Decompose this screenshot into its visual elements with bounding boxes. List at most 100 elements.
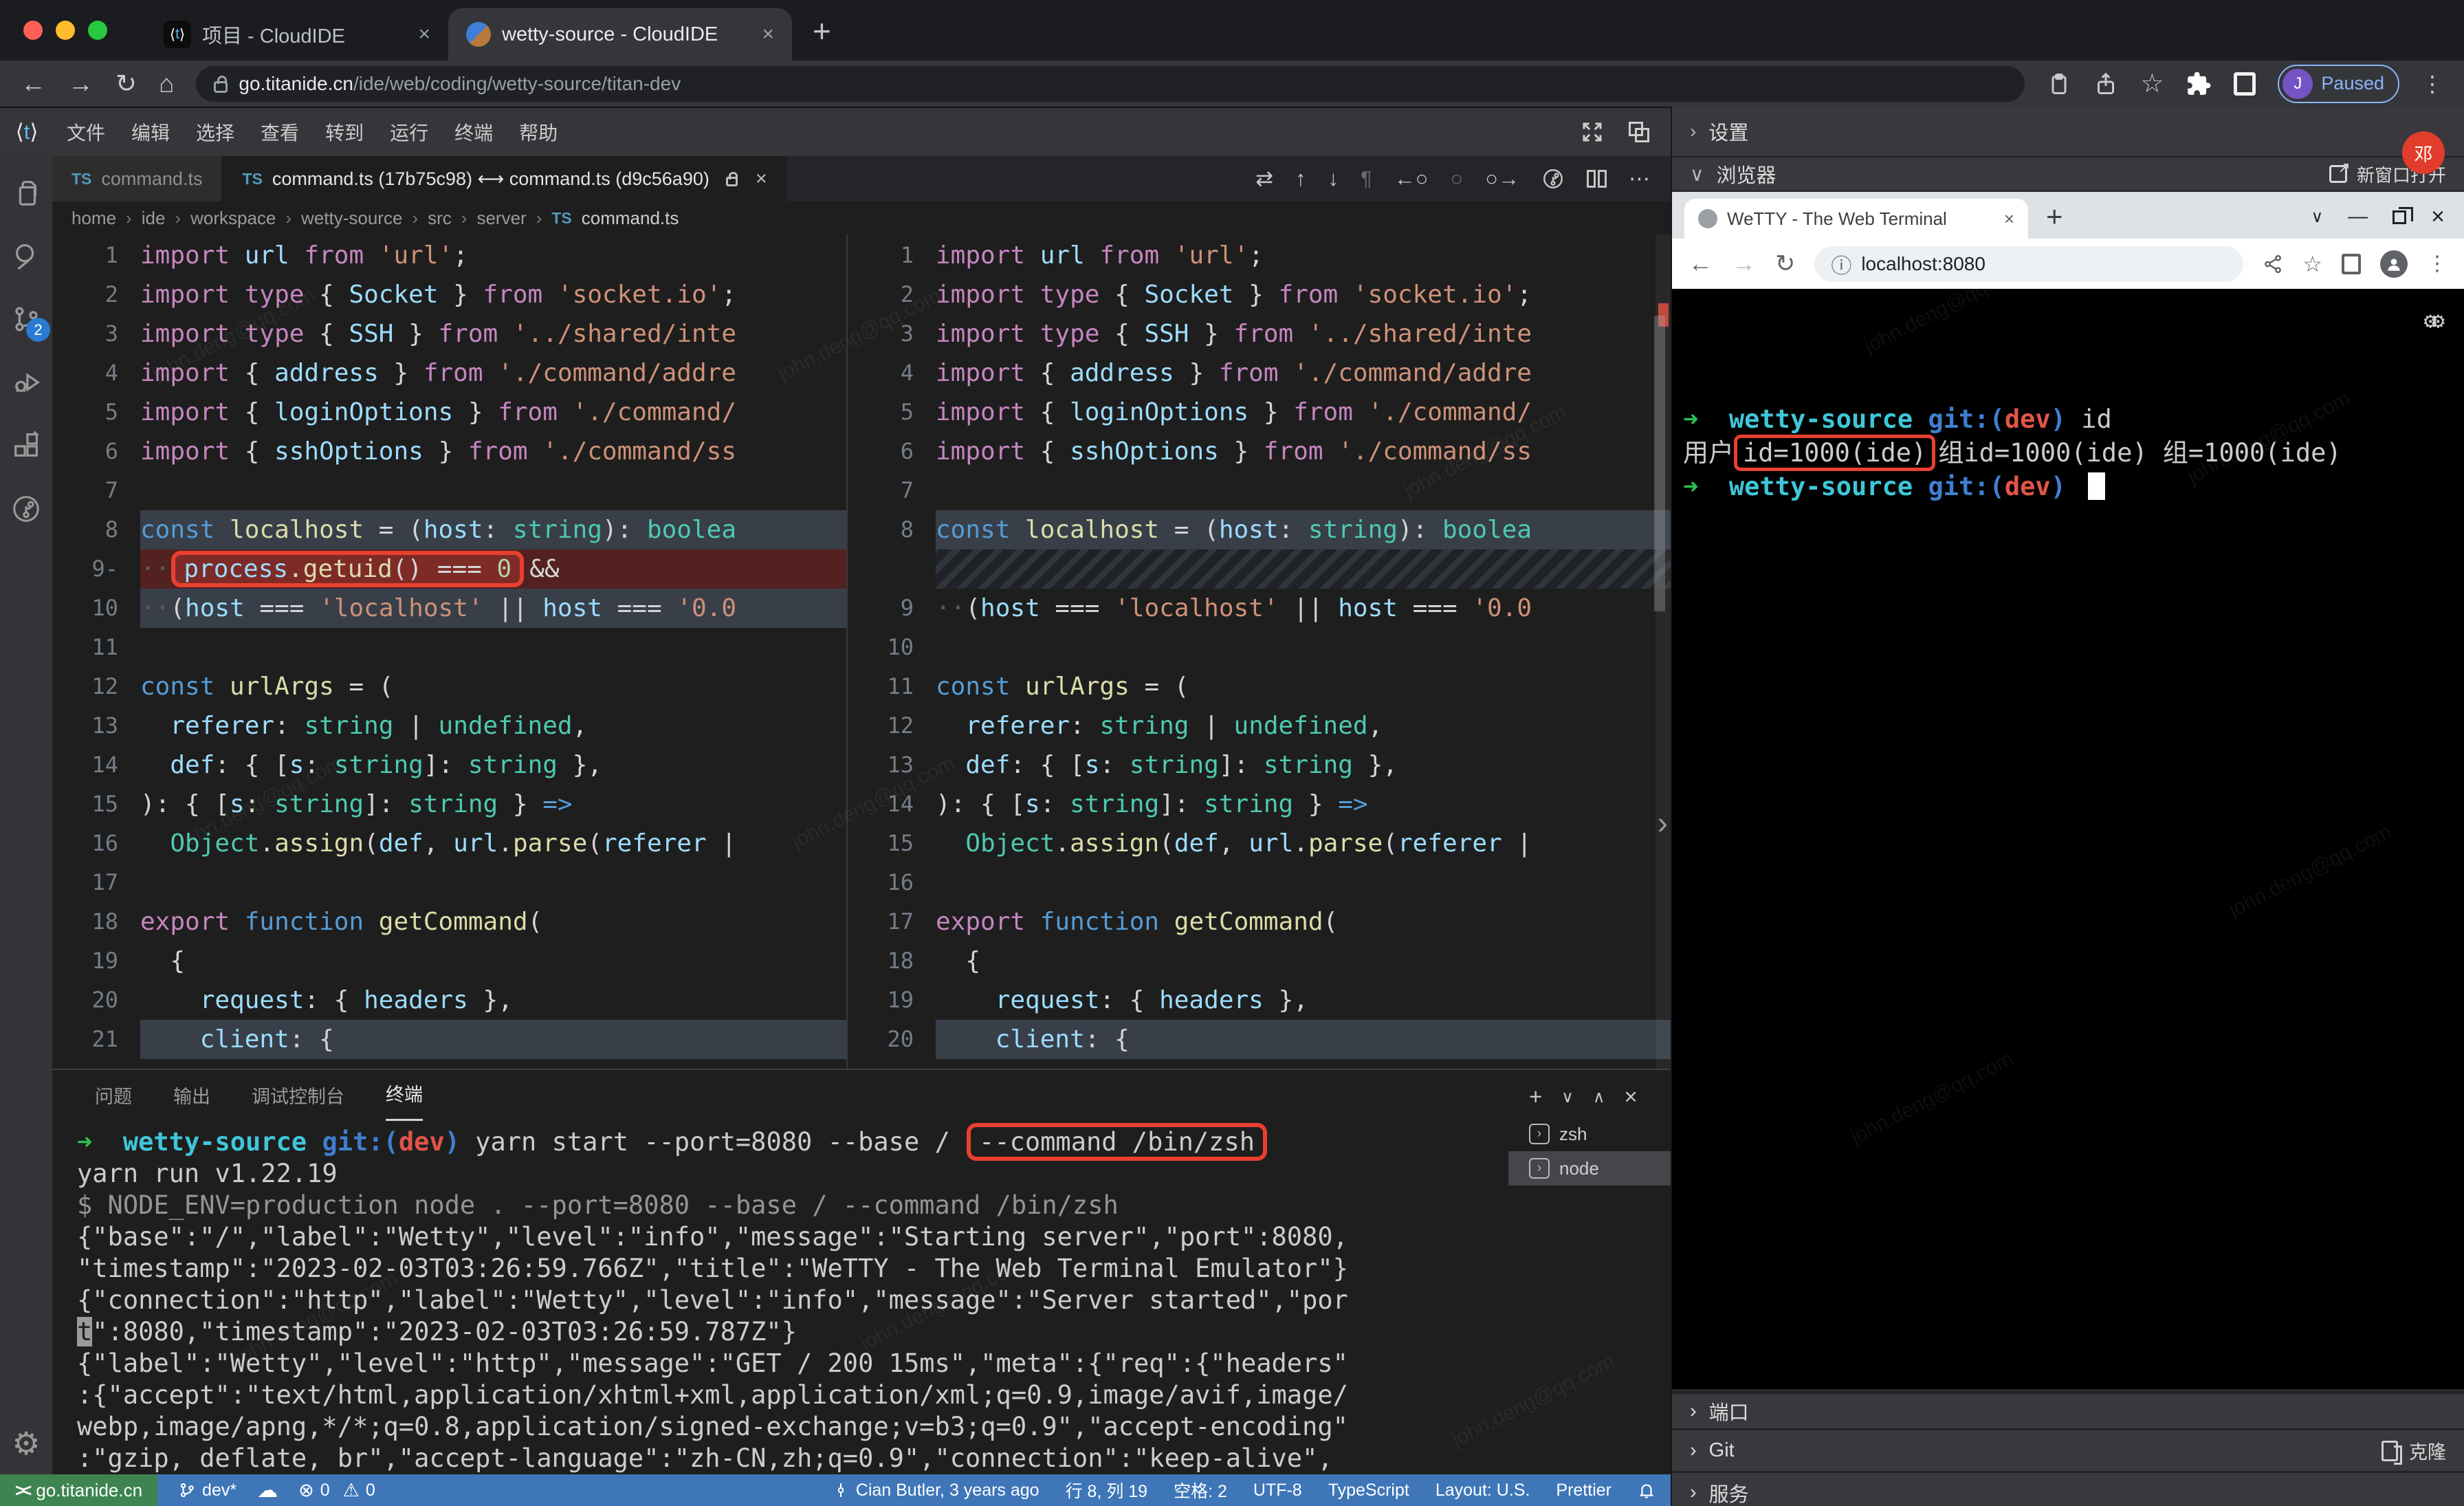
explorer-icon[interactable] xyxy=(10,177,42,208)
tab-terminal[interactable]: 终端 xyxy=(386,1080,423,1121)
close-window-button[interactable] xyxy=(23,21,43,40)
section-settings[interactable]: › 设置 xyxy=(1672,107,2464,157)
clone-button[interactable]: 克隆 xyxy=(2382,1437,2446,1464)
panel-collapse-chevron-icon[interactable]: › xyxy=(1658,804,1668,841)
layout-icon[interactable] xyxy=(1627,120,1651,144)
browser-tab-wetty-source[interactable]: wetty-source - CloudIDE × xyxy=(448,8,792,61)
info-icon[interactable]: ⓘ xyxy=(1831,249,1851,279)
close-tab-icon[interactable]: × xyxy=(756,168,767,190)
maximize-window-button[interactable] xyxy=(88,21,107,40)
terminal-output[interactable]: ➜ wetty-source git:(dev) yarn start --po… xyxy=(77,1121,1508,1474)
section-ports[interactable]: › 端口 xyxy=(1672,1392,2464,1428)
remote-explorer-icon[interactable] xyxy=(10,493,42,525)
close-tab-icon[interactable]: × xyxy=(762,23,774,46)
menu-file[interactable]: 文件 xyxy=(54,118,118,146)
fullscreen-icon[interactable] xyxy=(1580,120,1605,144)
minimize-window-button[interactable] xyxy=(56,21,75,40)
revert-left-icon[interactable]: ←○ xyxy=(1394,166,1429,191)
encoding[interactable]: UTF-8 xyxy=(1253,1481,1302,1500)
restore-window-icon[interactable] xyxy=(2392,210,2406,224)
tab-problems[interactable]: 问题 xyxy=(95,1082,132,1121)
open-file-icon[interactable]: ⇄ xyxy=(1255,166,1273,191)
close-tab-icon[interactable]: × xyxy=(418,23,430,46)
new-terminal-icon[interactable]: + xyxy=(1529,1084,1542,1110)
notifications-bell-icon[interactable] xyxy=(1638,1481,1656,1499)
profile-avatar-icon[interactable] xyxy=(2380,250,2408,278)
source-control-icon[interactable]: 2 xyxy=(10,303,42,335)
next-change-icon[interactable]: ↓ xyxy=(1328,166,1339,191)
run-debug-icon[interactable] xyxy=(10,367,42,398)
new-tab-button[interactable]: + xyxy=(813,12,831,61)
tab-debug-console[interactable]: 调试控制台 xyxy=(252,1082,344,1121)
menu-terminal[interactable]: 终端 xyxy=(441,118,506,146)
profile-badge[interactable]: J Paused xyxy=(2278,65,2399,103)
extensions-puzzle-icon[interactable] xyxy=(2186,71,2212,97)
cursor-position[interactable]: 行 8, 列 19 xyxy=(1066,1478,1148,1503)
menu-goto[interactable]: 转到 xyxy=(312,118,377,146)
new-tab-icon[interactable]: + xyxy=(2046,200,2063,239)
home-icon[interactable]: ⌂ xyxy=(159,71,174,96)
extensions-icon[interactable] xyxy=(10,430,42,461)
breadcrumb[interactable]: home› ide› workspace› wetty-source› src›… xyxy=(52,201,1671,234)
language-mode[interactable]: TypeScript xyxy=(1328,1481,1409,1500)
terminal-list-item-zsh[interactable]: ›zsh xyxy=(1508,1117,1671,1151)
macos-window-controls[interactable] xyxy=(23,0,146,61)
sync-cloud-icon[interactable]: ☁ xyxy=(257,1478,278,1503)
previous-change-icon[interactable]: ↑ xyxy=(1295,166,1306,191)
close-panel-icon[interactable]: × xyxy=(1624,1084,1637,1110)
menu-help[interactable]: 帮助 xyxy=(506,118,571,146)
section-services[interactable]: › 服务 xyxy=(1672,1471,2464,1506)
menu-selection[interactable]: 选择 xyxy=(183,118,248,146)
bookmark-star-icon[interactable]: ☆ xyxy=(2140,68,2164,99)
tab-output[interactable]: 输出 xyxy=(173,1082,210,1121)
close-window-icon[interactable]: × xyxy=(2431,204,2445,230)
more-actions-icon[interactable]: ⋯ xyxy=(1629,166,1650,191)
maximize-panel-icon[interactable]: ∧ xyxy=(1593,1087,1605,1107)
reload-icon[interactable]: ↻ xyxy=(116,71,137,96)
formatter[interactable]: Prettier xyxy=(1556,1481,1612,1500)
keyboard-layout[interactable]: Layout: U.S. xyxy=(1436,1481,1530,1500)
wetty-terminal[interactable]: ⚙⚙ ➜ wetty-source git:(dev) id用户id=1000(… xyxy=(1672,289,2464,1389)
wetty-settings-gears-icon[interactable]: ⚙⚙ xyxy=(2423,304,2439,338)
menu-edit[interactable]: 编辑 xyxy=(118,118,183,146)
terminal-list-item-node[interactable]: ›node xyxy=(1508,1151,1671,1186)
embedded-tab-wetty[interactable]: WeTTY - The Web Terminal × xyxy=(1684,199,2028,239)
section-browser[interactable]: ∨ 浏览器 ↗ 新窗口打开 xyxy=(1672,157,2464,192)
indentation[interactable]: 空格: 2 xyxy=(1174,1478,1227,1503)
git-branch-indicator[interactable]: dev* xyxy=(178,1481,236,1500)
side-panel-icon[interactable] xyxy=(2342,254,2361,274)
whitespace-icon[interactable]: ¶ xyxy=(1361,166,1372,191)
editor-tab-diff[interactable]: TS command.ts (17b75c98) ⟷ command.ts (d… xyxy=(223,156,786,201)
tab-search-chevron-icon[interactable]: ∨ xyxy=(2311,207,2324,227)
scrollbar-thumb[interactable] xyxy=(1654,316,1665,611)
back-icon[interactable]: ← xyxy=(1688,250,1713,278)
back-icon[interactable]: ← xyxy=(21,71,46,96)
circle-icon[interactable]: ○ xyxy=(1451,166,1464,191)
menu-run[interactable]: 运行 xyxy=(377,118,441,146)
blame-info[interactable]: Cian Butler, 3 years ago xyxy=(833,1481,1040,1500)
menu-view[interactable]: 查看 xyxy=(248,118,312,146)
terminal-dropdown-icon[interactable]: ∨ xyxy=(1561,1087,1574,1107)
search-icon[interactable] xyxy=(10,240,42,272)
problems-indicator[interactable]: ⊗0 ⚠0 xyxy=(298,1480,375,1501)
section-git[interactable]: › Git 克隆 xyxy=(1672,1428,2464,1471)
settings-gear-icon[interactable]: ⚙ xyxy=(0,1425,52,1462)
share-icon[interactable] xyxy=(2093,72,2118,96)
browser-menu-dots-icon[interactable]: ⋮ xyxy=(2421,73,2443,95)
minimize-icon[interactable]: — xyxy=(2348,206,2368,228)
lock-icon[interactable] xyxy=(214,81,228,93)
clipboard-icon[interactable] xyxy=(2047,72,2071,96)
user-avatar[interactable]: 邓 xyxy=(2402,131,2445,174)
side-panel-icon[interactable] xyxy=(2234,72,2256,96)
menu-dots-icon[interactable]: ⋮ xyxy=(2427,252,2448,276)
diff-left-pane[interactable]: 1import url from 'url';2import type { So… xyxy=(52,234,848,1069)
reload-icon[interactable]: ↻ xyxy=(1775,250,1795,278)
bookmark-star-icon[interactable]: ☆ xyxy=(2302,251,2322,277)
revert-right-icon[interactable]: ○→ xyxy=(1485,166,1519,191)
share-icon[interactable] xyxy=(2263,254,2283,274)
browser-tab-project[interactable]: ⟨t⟩ 项目 - CloudIDE × xyxy=(146,8,448,61)
split-editor-icon[interactable] xyxy=(1587,170,1607,188)
remote-indicator[interactable]: >< go.titanide.cn xyxy=(0,1474,157,1506)
close-tab-icon[interactable]: × xyxy=(2004,208,2014,230)
forward-icon[interactable]: → xyxy=(68,71,94,96)
